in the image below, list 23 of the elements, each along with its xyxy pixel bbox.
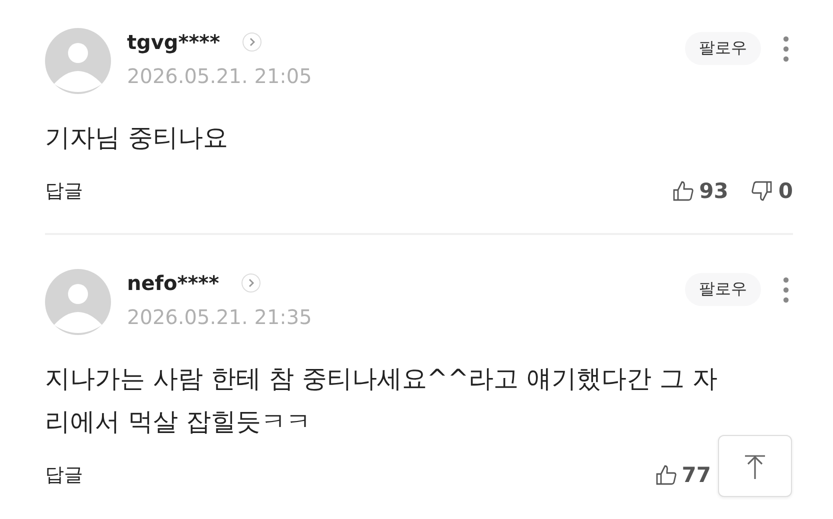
thumbs-up-icon[interactable] bbox=[671, 179, 696, 203]
reply-link[interactable]: 답글 bbox=[45, 462, 83, 488]
username[interactable]: nefo**** bbox=[127, 271, 220, 295]
avatar-icon bbox=[45, 269, 111, 335]
like-count: 77 bbox=[682, 463, 711, 487]
comment-date: 2026.05.21. 21:35 bbox=[127, 305, 313, 329]
comment-date: 2026.05.21. 21:05 bbox=[127, 64, 313, 88]
more-icon[interactable] bbox=[783, 277, 789, 303]
follow-button[interactable]: 팔로우 bbox=[685, 32, 761, 65]
comment-text: 기자님 중티나요 bbox=[45, 122, 229, 154]
comment-text: 지나가는 사람 한테 참 중티나세요^^라고 얘기했다간 그 자리에서 먹살 잡힐듯ㅋㅋ bbox=[45, 363, 719, 438]
reply-link[interactable]: 답글 bbox=[45, 178, 83, 204]
dislike-count: 0 bbox=[778, 179, 793, 203]
avatar-icon bbox=[45, 28, 111, 94]
follow-button[interactable]: 팔로우 bbox=[685, 273, 761, 306]
chevron-icon[interactable] bbox=[241, 273, 262, 293]
scroll-to-top-button[interactable] bbox=[718, 435, 792, 497]
username[interactable]: tgvg**** bbox=[127, 30, 220, 54]
thumbs-up-icon[interactable] bbox=[654, 463, 678, 487]
thumbs-down-icon[interactable] bbox=[750, 179, 774, 203]
like-count: 93 bbox=[699, 179, 728, 203]
more-icon[interactable] bbox=[783, 36, 789, 62]
chevron-icon[interactable] bbox=[242, 32, 262, 52]
